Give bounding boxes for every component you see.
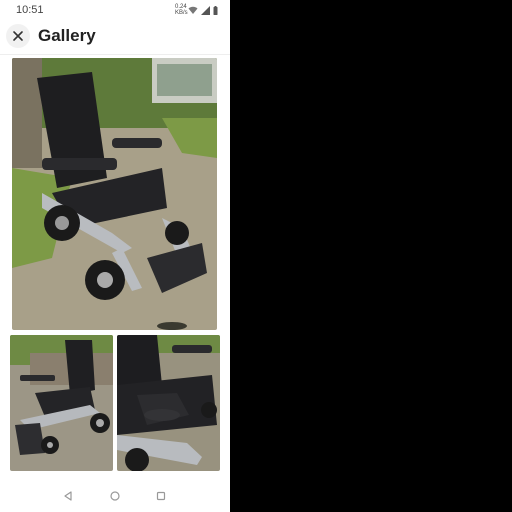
status-time: 10:51 <box>16 4 44 16</box>
status-bar: 10:51 0.24 KB/s <box>0 0 230 20</box>
black-background-area <box>230 0 512 512</box>
home-circle-icon <box>110 491 120 501</box>
page-title: Gallery <box>38 26 96 45</box>
wifi-icon <box>188 6 198 14</box>
home-button[interactable] <box>108 489 122 503</box>
wheelchair-photo <box>12 58 217 330</box>
status-icons: 0.24 KB/s <box>175 4 218 16</box>
gallery-photo-thumb-1[interactable] <box>10 335 113 471</box>
back-button[interactable] <box>61 489 75 503</box>
close-button[interactable] <box>6 24 30 48</box>
data-speed-indicator: 0.24 KB/s <box>175 4 188 16</box>
recents-button[interactable] <box>154 489 168 503</box>
wheelchair-photo <box>117 335 220 471</box>
battery-icon <box>213 5 218 15</box>
gallery-header: Gallery <box>0 20 230 52</box>
wheelchair-photo <box>10 335 113 471</box>
header-divider <box>0 54 230 55</box>
close-icon <box>13 31 23 41</box>
signal-icon <box>201 5 210 15</box>
gallery-photo-thumb-2[interactable] <box>117 335 220 471</box>
back-triangle-icon <box>64 491 72 501</box>
recents-square-icon <box>156 491 166 501</box>
gallery-photo-main[interactable] <box>12 58 217 330</box>
phone-screen: 10:51 0.24 KB/s Gallery <box>0 0 230 512</box>
system-nav-bar <box>0 482 230 510</box>
